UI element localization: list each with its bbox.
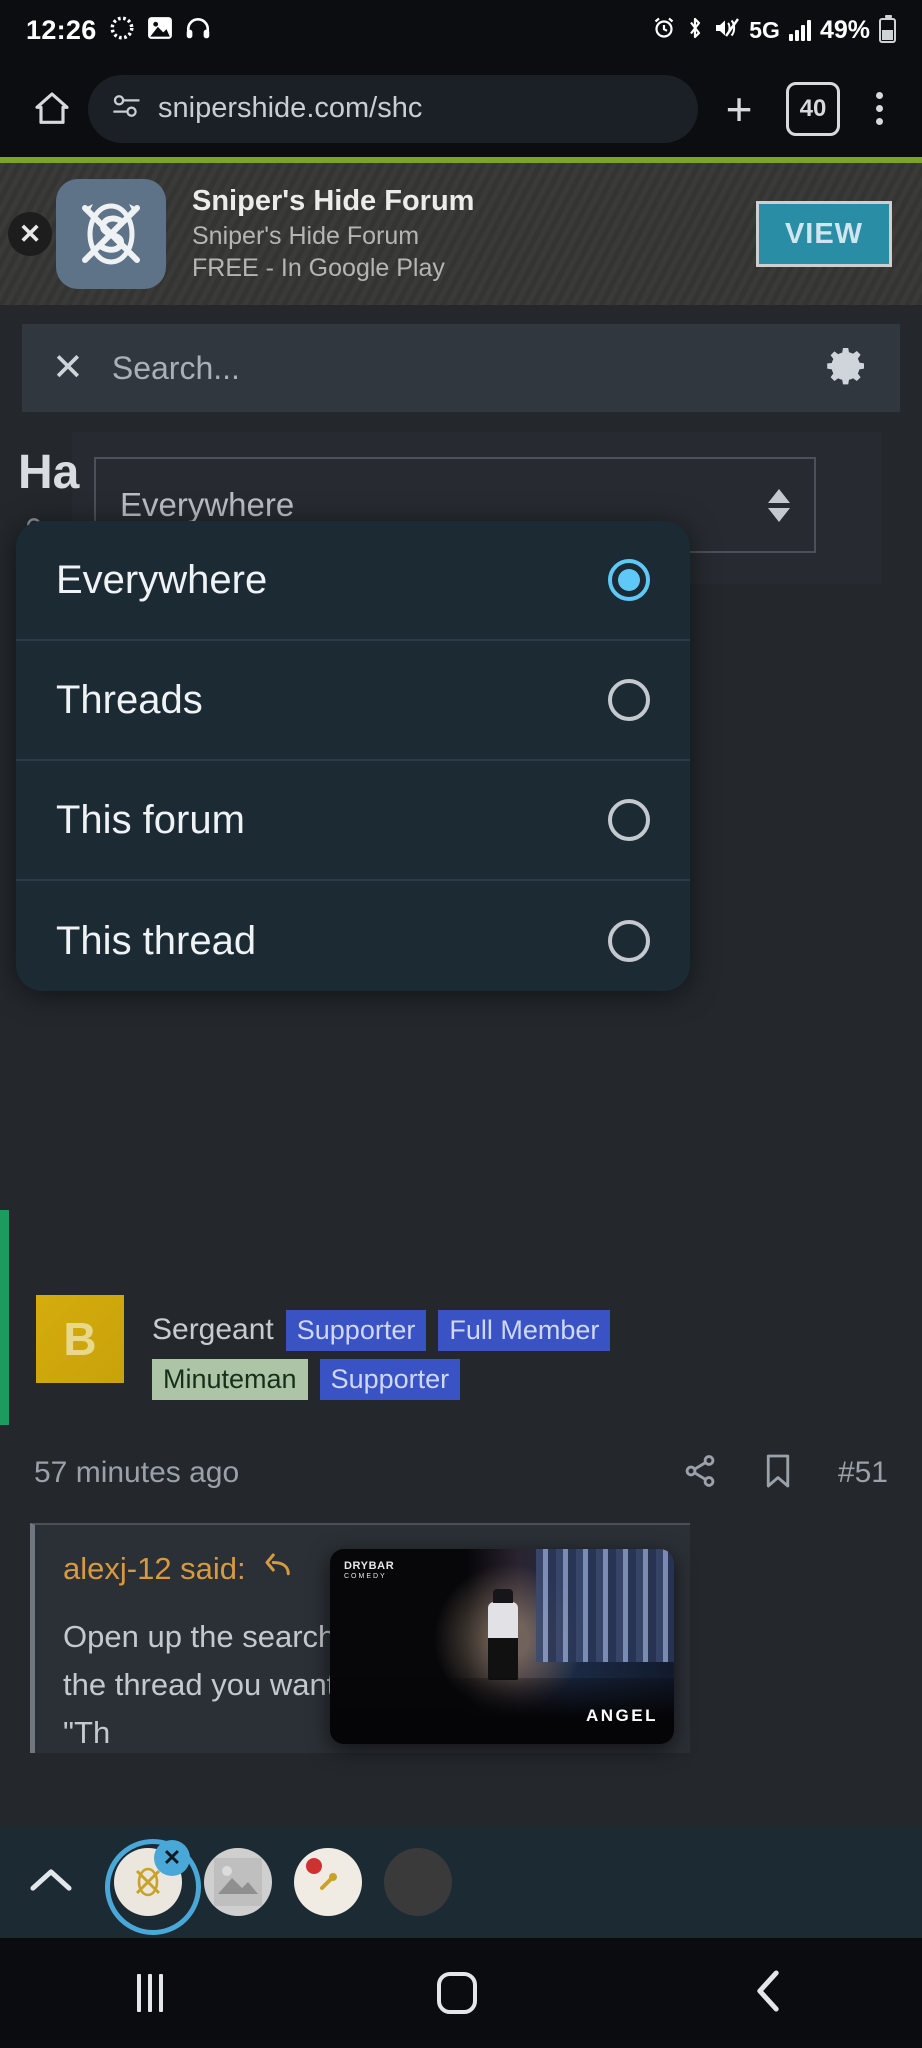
overflow-menu-icon[interactable] — [856, 78, 902, 140]
ad-subtitle: Sniper's Hide Forum — [192, 221, 420, 250]
badge-supporter-2: Supporter — [319, 1359, 461, 1401]
tab-extra[interactable] — [384, 1848, 452, 1916]
dropdown-option-everywhere[interactable]: Everywhere — [16, 521, 690, 641]
option-label: Everywhere — [56, 557, 268, 602]
tab-favicon — [384, 1848, 452, 1916]
option-label: This thread — [56, 918, 257, 963]
radio-this-thread[interactable] — [608, 920, 650, 962]
pip-performer — [488, 1588, 519, 1680]
new-tab-button[interactable]: + — [708, 78, 770, 140]
radio-threads[interactable] — [608, 679, 650, 721]
pip-curtain — [536, 1549, 674, 1663]
dropdown-option-this-forum[interactable]: This forum — [16, 761, 690, 881]
picture-in-picture-video[interactable]: DRYBAR COMEDY ANGEL — [330, 1549, 674, 1744]
android-navigation-bar — [0, 1937, 922, 2048]
radio-everywhere[interactable] — [608, 559, 650, 601]
user-rank: Sergeant — [152, 1313, 274, 1346]
post-actions: #51 — [682, 1453, 888, 1494]
search-bar[interactable]: ✕ Search... — [22, 324, 900, 412]
tab-counter-button[interactable]: 40 — [786, 81, 840, 136]
badge-full-member: Full Member — [438, 1310, 611, 1352]
pip-channel-logo: DRYBAR COMEDY — [344, 1560, 395, 1580]
signal-bars-icon — [788, 19, 811, 41]
reply-arrow-icon[interactable] — [262, 1551, 292, 1587]
share-icon[interactable] — [682, 1453, 718, 1494]
gear-icon[interactable] — [822, 342, 870, 395]
radio-this-forum[interactable] — [608, 799, 650, 841]
tab-favicon — [294, 1848, 362, 1916]
tab-photo[interactable] — [204, 1848, 272, 1916]
status-clock: 12:26 — [26, 14, 97, 45]
badge-minuteman: Minuteman — [152, 1359, 308, 1401]
recents-icon[interactable] — [137, 1974, 163, 2012]
bookmark-icon[interactable] — [762, 1453, 794, 1494]
image-icon — [147, 16, 173, 44]
dropdown-option-this-thread[interactable]: This thread — [16, 881, 690, 991]
close-icon[interactable]: ✕ — [52, 349, 84, 387]
avatar[interactable]: B — [36, 1295, 124, 1383]
search-scope-value: Everywhere — [120, 486, 295, 523]
status-bar-left: 12:26 — [26, 15, 211, 46]
headphones-icon — [185, 16, 211, 44]
bluetooth-icon — [685, 16, 705, 44]
ad-title: Sniper's Hide Forum — [192, 185, 475, 218]
search-input[interactable]: Search... — [112, 350, 240, 387]
tab-snipers-hide[interactable]: ✕ — [105, 1839, 201, 1935]
updown-arrows-icon[interactable] — [768, 488, 790, 522]
option-label: Threads — [56, 677, 203, 722]
tab-close-button[interactable]: ✕ — [154, 1840, 190, 1876]
quote-author-name: alexj-12 said: — [63, 1551, 246, 1586]
post-meta-row: 57 minutes ago #51 — [0, 1430, 922, 1516]
post-number[interactable]: #51 — [838, 1456, 888, 1490]
scope-dropdown-modal[interactable]: Everywhere Threads This forum This threa… — [16, 521, 690, 991]
browser-toolbar: snipershide.com/shc + 40 — [0, 60, 922, 157]
mute-icon — [714, 16, 740, 44]
home-button[interactable] — [20, 77, 84, 141]
battery-icon — [879, 14, 896, 43]
user-badges: Sergeant Supporter Full Member Minuteman… — [152, 1310, 772, 1401]
ad-text-block: Sniper's Hide Forum Sniper's Hide Forum … — [192, 184, 756, 283]
ad-close-button[interactable]: ✕ — [8, 212, 52, 256]
back-chevron-icon[interactable] — [751, 1968, 785, 2019]
status-bar-right: 5G 49% — [652, 14, 896, 45]
app-install-ad[interactable]: ✕ Sniper's Hide Forum Sniper's Hide Foru… — [0, 157, 922, 305]
dotted-circle-icon — [109, 15, 135, 45]
page-title: Ha — [18, 446, 80, 499]
post-timestamp: 57 minutes ago — [34, 1456, 240, 1489]
tab-favicon — [204, 1848, 272, 1916]
notification-dot — [306, 1858, 322, 1874]
page-content: ✕ Search... Ha Everywhere Everywhere Thr… — [0, 305, 922, 2048]
status-bar: 12:26 5G 49% — [0, 0, 922, 60]
tab-strip: ✕ — [0, 1827, 922, 1937]
phone-screen: 12:26 5G 49% snipershide.com/shc + 40 ✕ … — [0, 0, 922, 2048]
chevron-up-icon[interactable] — [28, 1863, 74, 1902]
url-text: snipershide.com/shc — [158, 92, 423, 124]
option-label: This forum — [56, 797, 245, 842]
tab-notification[interactable] — [294, 1848, 362, 1916]
ad-view-button[interactable]: VIEW — [756, 201, 892, 267]
pip-watermark: ANGEL — [586, 1706, 658, 1725]
online-indicator — [0, 1210, 9, 1425]
alarm-icon — [652, 16, 676, 44]
ad-body[interactable]: ✕ Sniper's Hide Forum Sniper's Hide Foru… — [0, 163, 922, 305]
network-type: 5G — [749, 16, 780, 43]
dropdown-option-threads[interactable]: Threads — [16, 641, 690, 761]
ad-price: FREE - In Google Play — [192, 253, 445, 282]
home-square-icon[interactable] — [437, 1972, 477, 2014]
battery-percent: 49% — [819, 15, 870, 44]
snipers-hide-app-icon — [56, 179, 166, 289]
address-bar[interactable]: snipershide.com/shc — [88, 74, 698, 143]
badge-supporter: Supporter — [285, 1310, 427, 1352]
site-settings-icon[interactable] — [110, 92, 144, 125]
tab-list: ✕ — [105, 1839, 452, 1935]
